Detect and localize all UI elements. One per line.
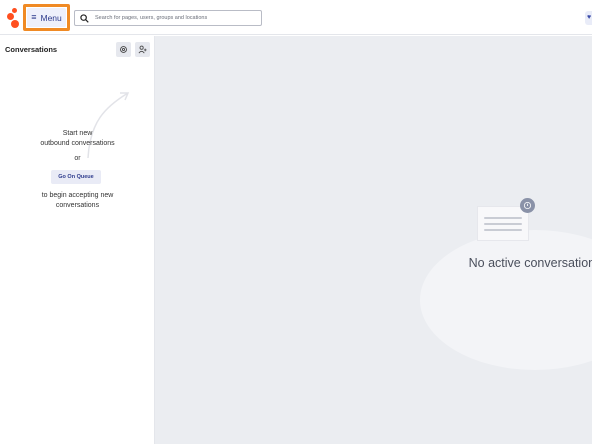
- app-logo[interactable]: [6, 8, 20, 28]
- empty-state-text: No active conversations: [468, 256, 592, 270]
- settings-button[interactable]: [116, 42, 131, 57]
- hint-line-3: to begin accepting new: [41, 192, 114, 199]
- gear-icon: [120, 46, 127, 53]
- search-box[interactable]: [74, 10, 262, 26]
- or-text: or: [74, 155, 81, 162]
- clock-icon: [520, 198, 535, 213]
- search-icon: [80, 13, 89, 23]
- search-input[interactable]: [95, 15, 255, 21]
- go-on-queue-button[interactable]: Go On Queue: [51, 170, 101, 184]
- hint-line-2: outbound conversations: [40, 140, 115, 147]
- sidebar-title: Conversations: [5, 45, 58, 54]
- conversations-sidebar: Conversations Start new outbound convers…: [0, 36, 155, 444]
- empty-message-card-icon: [477, 206, 529, 241]
- empty-state-backdrop: [420, 230, 592, 370]
- menu-label: Menu: [40, 12, 62, 23]
- menu-button[interactable]: ≡ Menu: [27, 8, 66, 27]
- hamburger-icon: ≡: [31, 12, 37, 22]
- top-bar: ≡ Menu ♥: [0, 0, 592, 35]
- conversation-area: No active conversations: [155, 36, 592, 444]
- hint-line-4: conversations: [55, 202, 100, 209]
- clipped-notification-icon[interactable]: ♥: [585, 11, 592, 25]
- add-user-icon: [138, 45, 147, 54]
- new-conversation-button[interactable]: [135, 42, 150, 57]
- hint-line-1: Start new: [62, 130, 93, 137]
